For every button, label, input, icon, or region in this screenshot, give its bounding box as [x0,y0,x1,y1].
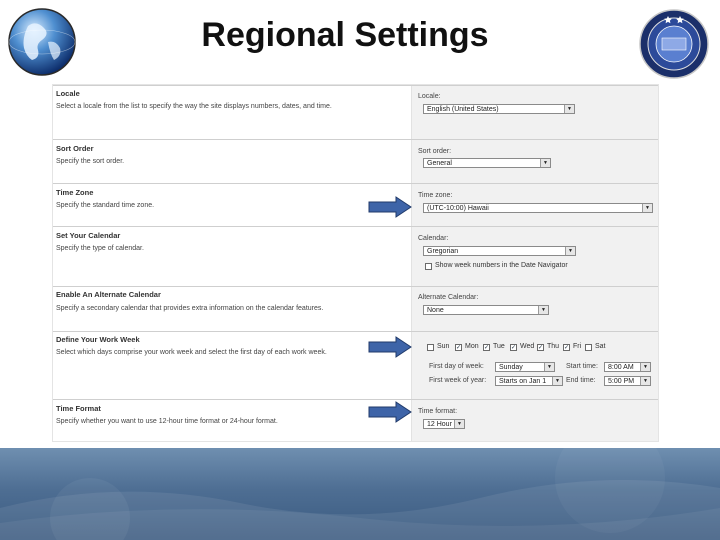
start-time-value: 8:00 AM [608,364,634,371]
work-week-title: Define Your Work Week [56,335,140,344]
section-divider [53,183,658,184]
section-divider [53,399,658,400]
first-week-select[interactable]: Starts on Jan 1 ▼ [495,376,563,386]
start-time-label: Start time: [566,363,598,370]
chevron-down-icon: ▼ [544,363,554,371]
day-label-tue: Tue [493,343,505,350]
chevron-down-icon: ▼ [642,204,652,212]
alt-calendar-title: Enable An Alternate Calendar [56,290,161,299]
calendar-title: Set Your Calendar [56,231,121,240]
chevron-down-icon: ▼ [565,247,575,255]
time-zone-select[interactable]: (UTC-10:00) Hawaii ▼ [423,203,653,213]
time-format-select[interactable]: 12 Hour ▼ [423,419,465,429]
section-divider [53,85,658,86]
chevron-down-icon: ▼ [454,420,464,428]
day-label-fri: Fri [573,343,582,350]
chevron-down-icon: ▼ [640,363,650,371]
alt-calendar-description: Specify a secondary calendar that provid… [56,305,324,312]
locale-title: Locale [56,89,80,98]
sort-order-select[interactable]: General ▼ [423,158,551,168]
chevron-down-icon: ▼ [564,105,574,113]
page-title: Regional Settings [201,16,489,54]
locale-description: Select a locale from the list to specify… [56,103,332,110]
end-time-label: End time: [566,377,596,384]
first-day-label: First day of week: [429,363,484,370]
day-checkbox-thu[interactable]: ✓ [537,344,544,351]
seal-logo-icon [639,9,709,79]
sort-order-value: General [427,160,452,167]
day-label-thu: Thu [547,343,560,350]
chevron-down-icon: ▼ [640,377,650,385]
week-numbers-checkbox[interactable] [425,263,432,270]
first-week-value: Starts on Jan 1 [499,378,547,385]
day-checkbox-wed[interactable]: ✓ [510,344,517,351]
work-week-description: Select which days comprise your work wee… [56,349,327,356]
first-day-value: Sunday [499,364,523,371]
sort-order-label: Sort order: [418,148,452,155]
first-day-select[interactable]: Sunday ▼ [495,362,555,372]
time-zone-description: Specify the standard time zone. [56,202,155,209]
day-label-sat: Sat [595,343,606,350]
time-format-value: 12 Hour [427,421,452,428]
regional-settings-panel: Locale Select a locale from the list to … [52,84,659,442]
time-zone-title: Time Zone [56,188,94,197]
section-divider [53,226,658,227]
day-checkbox-sat[interactable] [585,344,592,351]
alt-calendar-select[interactable]: None ▼ [423,305,549,315]
week-numbers-label: Show week numbers in the Date Navigator [435,262,568,269]
footer-pattern [0,448,720,540]
sort-order-description: Specify the sort order. [56,158,125,165]
globe-logo-icon [8,8,76,76]
end-time-select[interactable]: 5:00 PM ▼ [604,376,651,386]
locale-value: English (United States) [427,106,499,113]
first-week-label: First week of year: [429,377,487,384]
locale-select[interactable]: English (United States) ▼ [423,104,575,114]
alt-calendar-value: None [427,307,444,314]
calendar-select[interactable]: Gregorian ▼ [423,246,576,256]
day-checkbox-sun[interactable] [427,344,434,351]
start-time-select[interactable]: 8:00 AM ▼ [604,362,651,372]
chevron-down-icon: ▼ [540,159,550,167]
calendar-description: Specify the type of calendar. [56,245,144,252]
chevron-down-icon: ▼ [552,377,562,385]
sort-order-title: Sort Order [56,144,94,153]
section-divider [53,139,658,140]
section-divider [53,331,658,332]
day-label-sun: Sun [437,343,450,350]
locale-label: Locale: [418,93,441,100]
chevron-down-icon: ▼ [538,306,548,314]
time-zone-label: Time zone: [418,192,453,199]
alt-calendar-label: Alternate Calendar: [418,294,479,301]
end-time-value: 5:00 PM [608,378,635,385]
day-label-mon: Mon [465,343,479,350]
day-checkbox-mon[interactable]: ✓ [455,344,462,351]
calendar-label: Calendar: [418,235,449,242]
day-label-wed: Wed [520,343,535,350]
arrow-right-icon [368,196,412,218]
section-divider [53,286,658,287]
time-format-description: Specify whether you want to use 12-hour … [56,418,278,425]
time-format-label: Time format: [418,408,458,415]
day-checkbox-tue[interactable]: ✓ [483,344,490,351]
arrow-right-icon [368,336,412,358]
time-zone-value: (UTC-10:00) Hawaii [427,205,489,212]
calendar-value: Gregorian [427,248,459,255]
day-checkbox-fri[interactable]: ✓ [563,344,570,351]
footer-decorative-band [0,448,720,540]
arrow-right-icon [368,401,412,423]
time-format-title: Time Format [56,404,101,413]
